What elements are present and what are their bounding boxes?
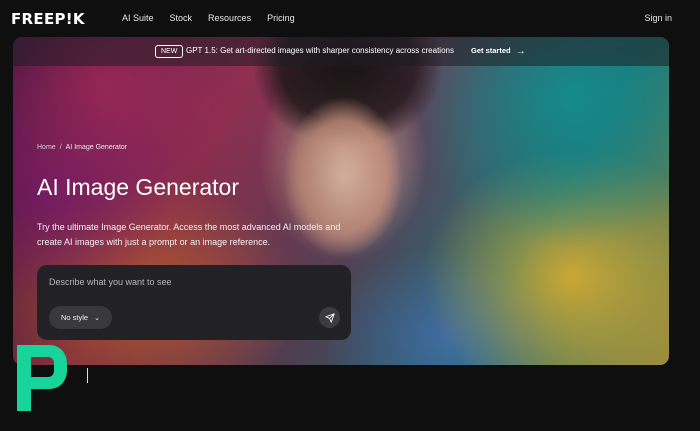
get-started-link[interactable]: Get started → (471, 45, 526, 57)
new-badge: NEW (155, 45, 184, 58)
page-title: AI Image Generator (37, 174, 239, 200)
chevron-down-icon: ⌄ (94, 315, 100, 322)
announcement-text: GPT 1.5: Get art-directed images with sh… (186, 46, 454, 55)
sign-in-link[interactable]: Sign in (644, 13, 672, 23)
style-dropdown-button[interactable]: No style ⌄ (49, 306, 112, 329)
nav-link-stock[interactable]: Stock (170, 13, 193, 23)
breadcrumb-separator: / (59, 144, 62, 151)
nav-link-resources[interactable]: Resources (208, 13, 251, 23)
get-started-label: Get started (471, 46, 511, 55)
nav-links: AI Suite Stock Resources Pricing (122, 13, 311, 23)
freepik-p-mark-icon (17, 345, 67, 411)
prompt-input[interactable] (49, 277, 339, 287)
top-navigation: FREEP!K AI Suite Stock Resources Pricing… (0, 0, 700, 36)
announcement-bar: NEW GPT 1.5: Get art-directed images wit… (13, 37, 669, 66)
hero-banner: NEW GPT 1.5: Get art-directed images wit… (13, 37, 669, 365)
text-cursor (87, 368, 88, 383)
prompt-box: No style ⌄ (37, 265, 351, 340)
breadcrumb-home[interactable]: Home (37, 144, 56, 151)
style-dropdown-label: No style (61, 313, 89, 322)
send-button[interactable] (319, 307, 340, 328)
breadcrumb: Home / AI Image Generator (37, 144, 127, 151)
send-icon (324, 312, 335, 323)
nav-link-ai-suite[interactable]: AI Suite (122, 13, 154, 23)
nav-link-pricing[interactable]: Pricing (267, 13, 295, 23)
breadcrumb-current: AI Image Generator (65, 144, 128, 151)
freepik-logo[interactable]: FREEP!K (11, 10, 85, 28)
hero-description: Try the ultimate Image Generator. Access… (37, 222, 341, 247)
arrow-right-icon: → (515, 45, 526, 57)
